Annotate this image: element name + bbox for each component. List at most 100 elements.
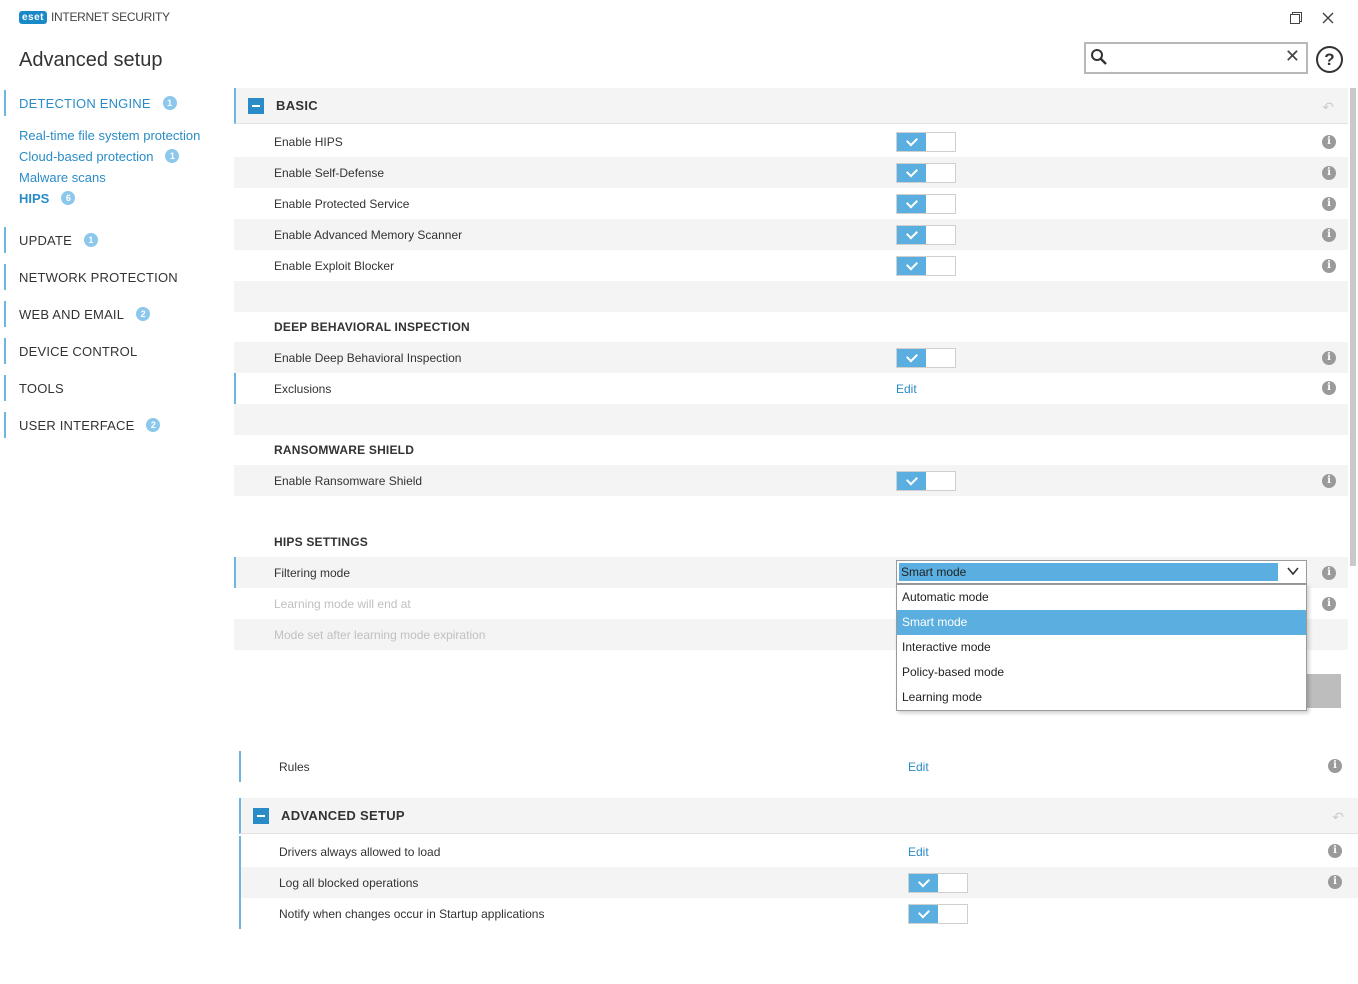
enable-hips-toggle[interactable] <box>896 132 956 152</box>
sidebar-item-label: Malware scans <box>19 169 106 185</box>
setting-label: Enable Self-Defense <box>274 165 385 180</box>
info-icon[interactable]: i <box>1322 259 1336 273</box>
drivers-edit-link[interactable]: Edit <box>908 845 929 859</box>
enable-self-defense-toggle[interactable] <box>896 163 956 183</box>
check-icon <box>909 905 938 923</box>
info-icon[interactable]: i <box>1322 197 1336 211</box>
check-icon <box>909 874 938 892</box>
info-icon[interactable]: i <box>1322 381 1336 395</box>
option-learning-mode[interactable]: Learning mode <box>897 685 1306 710</box>
sidebar-item-network-protection[interactable]: NETWORK PROTECTION <box>4 264 178 290</box>
spacer-row <box>234 496 1348 527</box>
scrollbar-thumb[interactable] <box>1350 88 1356 566</box>
sidebar-item-cloud-protection[interactable]: Cloud-based protection 1 <box>19 147 180 165</box>
sidebar-item-label: WEB AND EMAIL <box>19 306 125 322</box>
option-policy-based-mode[interactable]: Policy-based mode <box>897 660 1306 685</box>
search-clear-icon[interactable]: ✕ <box>1285 46 1300 67</box>
option-interactive-mode[interactable]: Interactive mode <box>897 635 1306 660</box>
search-input[interactable] <box>1114 48 1274 68</box>
count-badge: 1 <box>83 233 98 247</box>
check-icon <box>897 195 926 213</box>
sidebar-item-real-time-protection[interactable]: Real-time file system protection <box>19 126 200 144</box>
spacer-row <box>234 281 1348 312</box>
setting-label: Log all blocked operations <box>279 875 419 890</box>
sidebar-item-label: Real-time file system protection <box>19 127 201 143</box>
log-blocked-toggle[interactable] <box>908 873 968 893</box>
revert-icon[interactable]: ↶ <box>1322 99 1334 116</box>
filtering-mode-select[interactable]: Smart mode <box>896 560 1307 584</box>
section-advanced-setup-header[interactable]: ADVANCED SETUP ↶ <box>239 798 1358 834</box>
setting-row: Enable Ransomware Shield i <box>234 465 1348 496</box>
sidebar-item-tools[interactable]: TOOLS <box>4 375 64 401</box>
filtering-mode-value: Smart mode <box>899 563 1278 581</box>
info-icon[interactable]: i <box>1322 135 1336 149</box>
section-title: BASIC <box>276 98 318 113</box>
info-icon[interactable]: i <box>1328 844 1342 858</box>
setting-row: Enable Protected Service i <box>234 188 1348 219</box>
count-badge: 1 <box>165 149 180 163</box>
setting-label: Exclusions <box>274 381 332 396</box>
revert-icon[interactable]: ↶ <box>1332 809 1344 826</box>
setting-label: Filtering mode <box>274 565 351 580</box>
info-icon[interactable]: i <box>1328 875 1342 889</box>
sidebar-item-update[interactable]: UPDATE 1 <box>4 227 98 253</box>
option-automatic-mode[interactable]: Automatic mode <box>897 585 1306 610</box>
collapse-icon[interactable] <box>248 97 264 114</box>
sidebar-item-label: DEVICE CONTROL <box>19 343 138 359</box>
rules-edit-link[interactable]: Edit <box>908 760 929 774</box>
count-badge: 2 <box>146 418 161 432</box>
eset-logo: eset INTERNET SECURITY <box>19 10 170 24</box>
exclusions-edit-link[interactable]: Edit <box>896 382 917 396</box>
page-title: Advanced setup <box>19 49 163 71</box>
sidebar-item-web-and-email[interactable]: WEB AND EMAIL 2 <box>4 301 151 327</box>
sidebar-item-label: USER INTERFACE <box>19 417 135 433</box>
enable-ransomware-shield-toggle[interactable] <box>896 471 956 491</box>
info-icon[interactable]: i <box>1322 351 1336 365</box>
sidebar-item-user-interface[interactable]: USER INTERFACE 2 <box>4 412 161 438</box>
enable-protected-service-toggle[interactable] <box>896 194 956 214</box>
setting-row: Enable HIPS i <box>234 126 1348 157</box>
enable-exploit-blocker-toggle[interactable] <box>896 256 956 276</box>
check-icon <box>897 349 926 367</box>
spacer-row <box>234 404 1348 435</box>
collapse-icon[interactable] <box>253 807 269 824</box>
section-basic-header[interactable]: BASIC ↶ <box>234 88 1348 124</box>
setting-label: Notify when changes occur in Startup app… <box>279 906 545 921</box>
setting-row: Exclusions Edit i <box>234 373 1348 404</box>
setting-label: Drivers always allowed to load <box>279 844 441 859</box>
enable-deep-inspection-toggle[interactable] <box>896 348 956 368</box>
scrollbar[interactable] <box>1349 88 1357 664</box>
info-icon[interactable]: i <box>1322 566 1336 580</box>
sidebar-item-label: NETWORK PROTECTION <box>19 269 178 285</box>
check-icon <box>897 257 926 275</box>
sidebar-item-label: UPDATE <box>19 232 72 248</box>
help-button[interactable]: ? <box>1316 46 1343 73</box>
sidebar-item-malware-scans[interactable]: Malware scans <box>19 168 106 186</box>
setting-label: Enable Ransomware Shield <box>274 473 423 488</box>
sidebar-item-hips[interactable]: HIPS 6 <box>19 189 76 207</box>
sidebar-item-label: TOOLS <box>19 380 64 396</box>
enable-memory-scanner-toggle[interactable] <box>896 225 956 245</box>
setting-label: Enable Protected Service <box>274 196 410 211</box>
info-icon[interactable]: i <box>1322 228 1336 242</box>
filtering-mode-options: Automatic mode Smart mode Interactive mo… <box>896 584 1307 711</box>
sidebar-item-device-control[interactable]: DEVICE CONTROL <box>4 338 137 364</box>
setting-label: Enable Advanced Memory Scanner <box>274 227 463 242</box>
info-icon[interactable]: i <box>1322 474 1336 488</box>
close-window-button[interactable] <box>1317 8 1339 28</box>
info-icon[interactable]: i <box>1322 597 1336 611</box>
setting-row: Enable Advanced Memory Scanner i <box>234 219 1348 250</box>
restore-window-button[interactable] <box>1285 8 1307 28</box>
setting-label: Enable Deep Behavioral Inspection <box>274 350 462 365</box>
notify-startup-toggle[interactable] <box>908 904 968 924</box>
sidebar-item-detection-engine[interactable]: DETECTION ENGINE 1 <box>4 90 177 116</box>
restore-icon <box>1290 12 1302 24</box>
chevron-down-icon <box>1287 567 1299 576</box>
search-box[interactable]: ✕ <box>1084 42 1308 74</box>
option-smart-mode[interactable]: Smart mode <box>897 610 1306 635</box>
setting-row: Rules Edit i <box>239 751 1358 782</box>
check-icon <box>897 133 926 151</box>
info-icon[interactable]: i <box>1322 166 1336 180</box>
subheader-row: RANSOMWARE SHIELD <box>234 434 1348 465</box>
info-icon[interactable]: i <box>1328 759 1342 773</box>
